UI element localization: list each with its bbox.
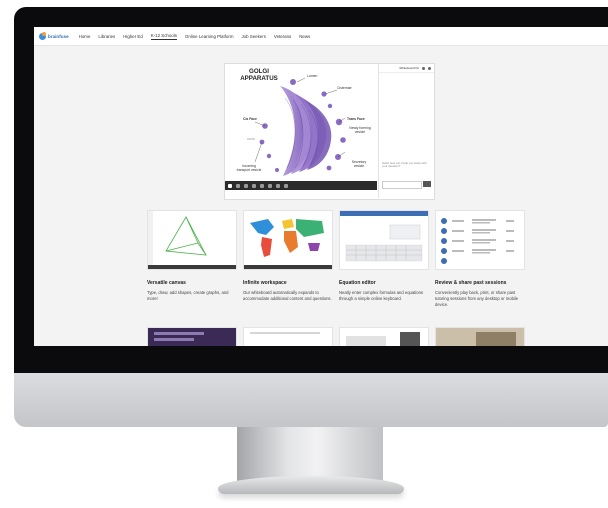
close-icon[interactable] bbox=[428, 66, 431, 70]
whiteboard-canvas[interactable]: GOLGI APPARATUS Lumen Cisternae Cis Face… bbox=[225, 64, 377, 190]
nav-item-news[interactable]: News bbox=[299, 33, 310, 40]
thumbnail-image bbox=[400, 332, 420, 346]
label-secretory: Secretory vesicle bbox=[346, 160, 372, 168]
nav-item-veterans[interactable]: Veterans bbox=[274, 33, 291, 40]
logo-text: brainfuse bbox=[48, 33, 69, 39]
thumbnail-text-line bbox=[250, 332, 320, 334]
label-trans-face: Trans Face bbox=[347, 117, 365, 121]
label-incoming-line2: transport vesicle bbox=[236, 168, 262, 172]
monitor-stand-neck bbox=[237, 427, 383, 481]
feature-title-infinite-workspace: Infinite workspace bbox=[243, 280, 287, 286]
nav-item-k12-schools[interactable]: K-12 Schools bbox=[150, 32, 177, 40]
thumbnail-image bbox=[476, 332, 516, 346]
feature-desc-review-share: Conveniently play back, print, or share … bbox=[435, 290, 519, 307]
feature-card-infinite-workspace[interactable] bbox=[243, 210, 333, 270]
feature-card-review-share[interactable] bbox=[435, 210, 525, 270]
nav-item-libraries[interactable]: Libraries bbox=[98, 33, 115, 40]
settings-icon[interactable] bbox=[422, 66, 425, 70]
pen-tool-icon[interactable] bbox=[228, 183, 232, 188]
logo-icon bbox=[39, 31, 46, 40]
nav-item-higher-ed[interactable]: Higher Ed bbox=[123, 33, 143, 40]
undo-tool-icon[interactable] bbox=[276, 183, 280, 188]
whiteboard-demo: GOLGI APPARATUS Lumen Cisternae Cis Face… bbox=[224, 63, 435, 200]
world-map bbox=[244, 211, 332, 265]
label-cis-face: Cis Face bbox=[243, 117, 257, 121]
label-secretory-line2: vesicle bbox=[353, 164, 365, 168]
feature-card-versatile-canvas[interactable] bbox=[147, 210, 237, 270]
monitor-screen: brainfuse Home Libraries Higher Ed K-12 … bbox=[34, 27, 608, 346]
feature-title-equation-editor: Equation editor bbox=[339, 280, 376, 286]
text-tool-icon[interactable] bbox=[244, 183, 248, 188]
monitor-stand-base bbox=[218, 476, 404, 494]
feature-title-review-share: Review & share past sessions bbox=[435, 280, 507, 286]
shape-tool-icon[interactable] bbox=[252, 183, 256, 188]
select-tool-icon[interactable] bbox=[236, 183, 240, 188]
label-incoming: Incoming transport vesicle bbox=[231, 164, 267, 172]
card-toolbar bbox=[244, 265, 332, 269]
color-tool-icon[interactable] bbox=[268, 183, 272, 188]
feature-desc-versatile-canvas: Type, draw, add shapes, create graphs, a… bbox=[147, 290, 229, 301]
feature-desc-infinite-workspace: Our whiteboard automatically expands to … bbox=[243, 290, 332, 301]
chat-input[interactable] bbox=[382, 181, 422, 189]
send-button[interactable] bbox=[423, 181, 431, 187]
feature-card-equation-editor[interactable] bbox=[339, 210, 429, 270]
thumbnail-card[interactable] bbox=[147, 327, 237, 346]
label-cisternae: Cisternae bbox=[337, 86, 352, 90]
thumbnail-card[interactable] bbox=[339, 327, 429, 346]
label-lumen: Lumen bbox=[307, 74, 318, 78]
label-newly-forming-line2: vesicle bbox=[354, 130, 366, 134]
pyramid-drawing bbox=[148, 211, 207, 265]
eraser-tool-icon[interactable] bbox=[260, 183, 264, 188]
equation-keyboard bbox=[340, 211, 428, 262]
chat-title: Whiteboard Kit bbox=[399, 66, 419, 70]
thumbnail-card[interactable] bbox=[243, 327, 333, 346]
nav-item-online-learning-platform[interactable]: Online Learning Platform bbox=[185, 33, 234, 40]
nav-item-home[interactable]: Home bbox=[79, 33, 91, 40]
feature-desc-equation-editor: Neatly enter complex formulas and equati… bbox=[339, 290, 424, 301]
thumbnail-card[interactable] bbox=[435, 327, 525, 346]
chat-header: Whiteboard Kit bbox=[379, 64, 434, 73]
chat-message: Hello! how can I help you today with you… bbox=[382, 161, 427, 169]
chat-panel: Whiteboard Kit Hello! how can I help you… bbox=[378, 64, 434, 198]
label-newly-forming: Newly forming vesicle bbox=[346, 126, 374, 134]
thumbnail-text-line bbox=[154, 338, 194, 341]
whiteboard-toolbar bbox=[225, 181, 377, 190]
brand-logo[interactable]: brainfuse bbox=[39, 31, 69, 40]
feature-title-versatile-canvas: Versatile canvas bbox=[147, 280, 186, 286]
thumbnail-text-line bbox=[154, 332, 204, 335]
nav-item-job-seekers[interactable]: Job Seekers bbox=[241, 33, 265, 40]
session-list bbox=[441, 218, 514, 264]
redo-tool-icon[interactable] bbox=[284, 183, 288, 188]
card-toolbar bbox=[148, 265, 236, 269]
thumbnail-image bbox=[346, 336, 386, 346]
monitor-chin bbox=[14, 373, 608, 427]
top-nav: brainfuse Home Libraries Higher Ed K-12 … bbox=[34, 27, 608, 46]
